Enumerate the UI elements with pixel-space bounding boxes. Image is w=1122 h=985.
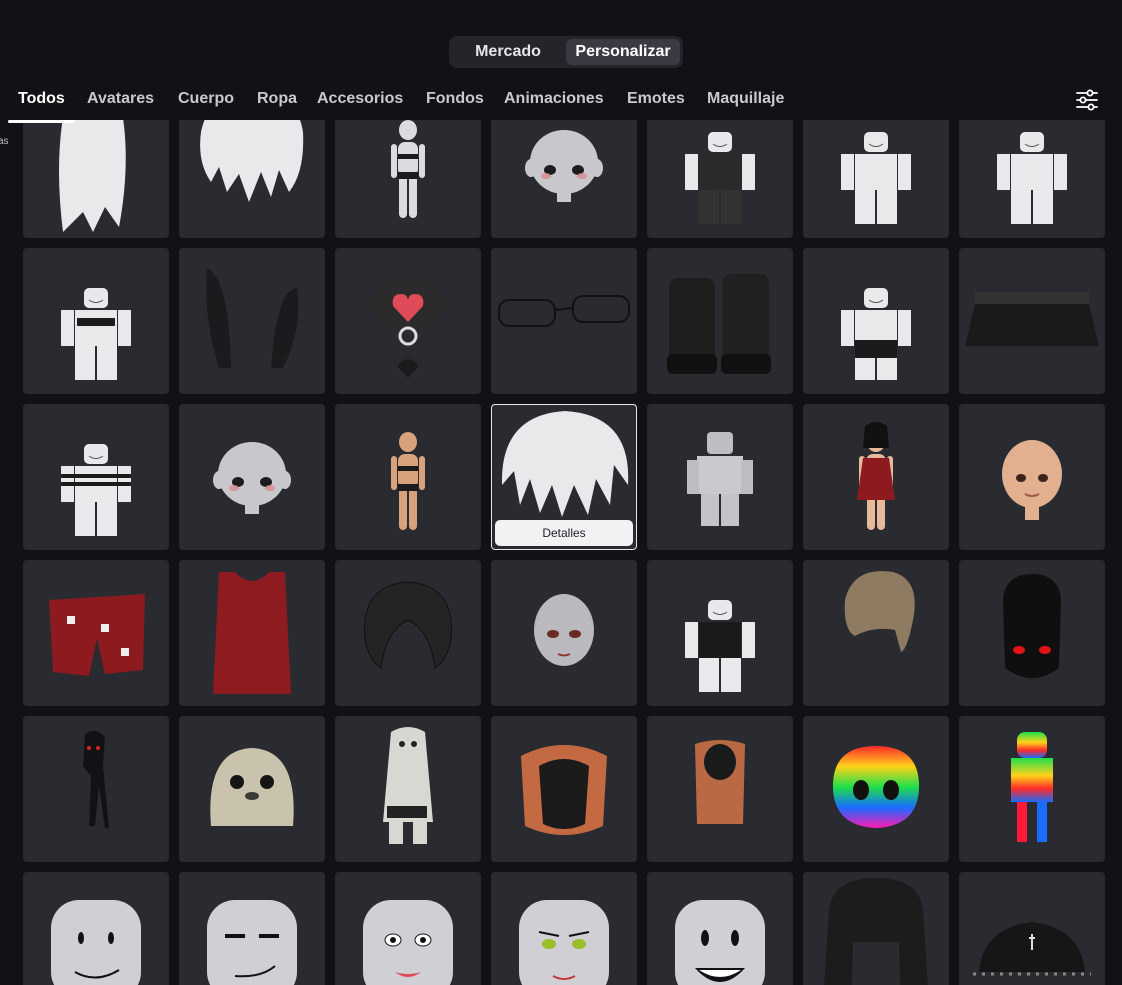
item-tile[interactable] (803, 404, 949, 550)
item-thumbnail-striped-crop-outfit (61, 444, 131, 536)
tab-cuerpo[interactable]: Cuerpo (178, 90, 234, 118)
item-tile[interactable] (959, 248, 1105, 394)
item-tile[interactable] (803, 248, 949, 394)
item-thumbnail-black-platform-boots (667, 274, 771, 374)
customize-screen: Mercado Personalizar as Detalles Todos A… (0, 0, 1122, 985)
item-tile[interactable] (647, 716, 793, 862)
item-thumbnail-seal-costume (383, 727, 433, 844)
item-thumbnail-red-dress-avatar (857, 422, 895, 530)
filter-button[interactable] (1073, 86, 1101, 114)
item-tile[interactable] (179, 560, 325, 706)
item-thumbnail-gray-blocky-avatar (687, 432, 753, 526)
item-thumbnail-black-red-eye-head (1003, 574, 1061, 678)
item-thumbnail-red-tank-top (213, 572, 291, 694)
item-tile[interactable]: Detalles (491, 404, 637, 550)
item-thumbnail-gray-blush-head-2 (213, 442, 291, 514)
category-tabs: Todos Avatares Cuerpo Ropa Accesorios Fo… (0, 84, 1122, 123)
tab-todos[interactable]: Todos (8, 90, 75, 123)
mode-switch: Mercado Personalizar (449, 36, 683, 68)
item-thumbnail-striped-skirt-outfit (841, 288, 911, 380)
item-tile[interactable] (959, 560, 1105, 706)
item-tile[interactable] (491, 560, 637, 706)
market-button[interactable]: Mercado (452, 39, 564, 65)
item-tile[interactable] (23, 716, 169, 862)
sliders-icon (1076, 89, 1098, 111)
item-tile[interactable] (959, 404, 1105, 550)
tab-ropa[interactable]: Ropa (257, 90, 297, 118)
item-thumbnail-black-messy-hair (364, 581, 452, 669)
item-thumbnail-black-shirt-outfit (685, 600, 755, 692)
item-thumbnail-lipstick-face (363, 900, 453, 985)
item-tile[interactable] (335, 872, 481, 985)
tab-accesorios[interactable]: Accesorios (317, 90, 403, 118)
clipped-side-text: as (0, 136, 9, 147)
item-thumbnail-capybara-body (695, 740, 745, 824)
item-thumbnail-black-studded-cap (973, 922, 1091, 976)
tab-animaciones[interactable]: Animaciones (504, 90, 604, 118)
item-thumbnail-rainbow-body (1011, 732, 1053, 842)
item-tile[interactable] (647, 560, 793, 706)
item-tile[interactable] (803, 560, 949, 706)
tab-avatares[interactable]: Avatares (87, 90, 154, 118)
item-tile[interactable] (335, 248, 481, 394)
item-thumbnail-seal-head (210, 748, 294, 826)
tab-emotes[interactable]: Emotes (627, 90, 685, 118)
item-thumbnail-black-pigtail-hair (824, 878, 928, 985)
tab-fondos[interactable]: Fondos (426, 90, 484, 118)
tab-maquillaje[interactable]: Maquillaje (707, 90, 784, 118)
item-tile[interactable] (959, 716, 1105, 862)
item-thumbnail-heart-choker (370, 278, 446, 378)
item-tile[interactable] (179, 872, 325, 985)
item-tile[interactable] (959, 872, 1105, 985)
item-tile[interactable] (23, 560, 169, 706)
item-thumbnail-smile-face (51, 900, 141, 985)
item-thumbnail-black-bunny-ears (206, 268, 299, 368)
item-thumbnail-bald-skin-head (1002, 440, 1062, 520)
item-thumbnail-tall-shadow-creature (83, 730, 109, 828)
item-tile[interactable] (335, 560, 481, 706)
details-button[interactable]: Detalles (495, 520, 633, 546)
item-thumbnail-lashes-face (519, 900, 609, 985)
item-tile[interactable] (491, 872, 637, 985)
item-tile[interactable] (179, 404, 325, 550)
item-tile[interactable] (179, 248, 325, 394)
item-thumbnail-grin-face (675, 900, 765, 985)
item-tile[interactable] (491, 248, 637, 394)
item-tile[interactable] (179, 716, 325, 862)
item-tile[interactable] (647, 248, 793, 394)
item-tile[interactable] (23, 248, 169, 394)
item-thumbnail-rainbow-head (833, 746, 919, 828)
item-tile[interactable] (803, 872, 949, 985)
item-thumbnail-thin-glasses (498, 295, 630, 327)
item-thumbnail-capybara-head (521, 745, 607, 835)
item-tile[interactable] (803, 716, 949, 862)
item-thumbnail-brown-bun-hair (844, 571, 915, 652)
item-thumbnail-red-boxer-shorts (49, 594, 145, 676)
item-thumbnail-studded-black-skirt (965, 292, 1099, 346)
item-tile[interactable] (23, 872, 169, 985)
item-tile[interactable] (647, 404, 793, 550)
item-thumbnail-bikini-top-outfit (61, 288, 131, 380)
item-tile[interactable] (23, 404, 169, 550)
item-tile[interactable] (335, 404, 481, 550)
item-thumbnail-tan-bikini-body (391, 432, 425, 530)
item-thumbnail-gray-doll-head (534, 594, 594, 666)
item-tile[interactable] (491, 716, 637, 862)
customize-button[interactable]: Personalizar (566, 39, 680, 65)
item-tile[interactable] (647, 872, 793, 985)
item-tile[interactable] (335, 716, 481, 862)
item-thumbnail-smirk-face (207, 900, 297, 985)
